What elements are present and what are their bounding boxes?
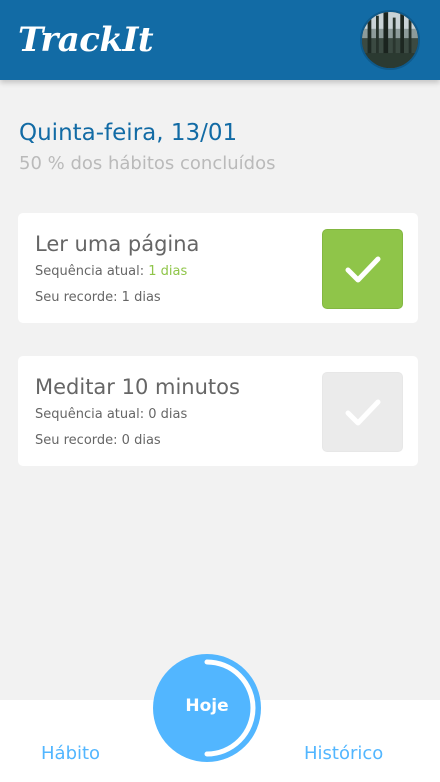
checkmark-icon [345, 256, 380, 283]
record-label: Seu recorde: [35, 433, 122, 448]
today-label: Hoje [185, 696, 229, 716]
checkmark-icon [345, 399, 380, 426]
today-button[interactable]: Hoje [153, 654, 261, 762]
user-avatar[interactable] [360, 10, 420, 70]
habit-check-button[interactable] [322, 372, 403, 452]
streak-label: Sequência atual: [35, 264, 149, 279]
record-label: Seu recorde: [35, 290, 122, 305]
habit-name: Meditar 10 minutos [35, 375, 240, 399]
nav-habits-link[interactable]: Hábito [41, 742, 100, 766]
record-value: 0 dias [121, 433, 161, 448]
nav-history-link[interactable]: Histórico [304, 742, 383, 766]
streak-value: 0 dias [148, 407, 188, 422]
habits-progress-text: 50 % dos hábitos concluídos [19, 153, 276, 174]
top-bar: TrackIt [0, 0, 440, 80]
streak-value: 1 dias [148, 264, 188, 279]
habit-record: Seu recorde: 1 dias [35, 289, 161, 307]
habit-current-streak: Sequência atual: 0 dias [35, 406, 187, 424]
streak-label: Sequência atual: [35, 407, 149, 422]
page-title: Quinta-feira, 13/01 [19, 120, 238, 146]
app-logo: TrackIt [18, 20, 154, 60]
habit-card: Ler uma página Sequência atual: 1 dias S… [18, 213, 418, 323]
habit-current-streak: Sequência atual: 1 dias [35, 263, 187, 281]
record-value: 1 dias [121, 290, 161, 305]
habit-name: Ler uma página [35, 232, 200, 256]
avatar-photo-icon [362, 12, 418, 68]
habit-card: Meditar 10 minutos Sequência atual: 0 di… [18, 356, 418, 466]
page-header: Quinta-feira, 13/01 50 % dos hábitos con… [19, 118, 275, 177]
habit-record: Seu recorde: 0 dias [35, 432, 161, 450]
habit-check-button[interactable] [322, 229, 403, 309]
